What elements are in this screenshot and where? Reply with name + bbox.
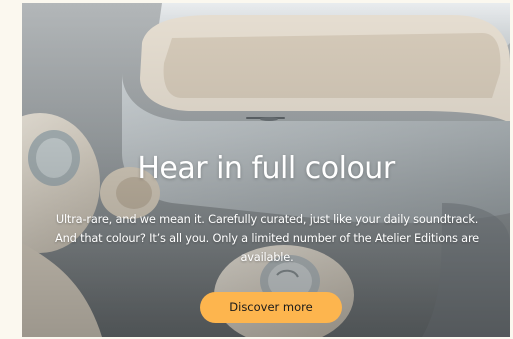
hero-description-line-1: Ultra-rare, and we mean it. Carefully cu… [55,212,479,226]
page: Hear in full colour Ultra-rare, and we m… [0,0,513,339]
hero-headline: Hear in full colour [137,151,395,186]
hero-description-line-2: And that colour? It’s all you. Only a li… [55,231,479,245]
hero-banner: Hear in full colour Ultra-rare, and we m… [22,3,510,337]
hero-description: Ultra-rare, and we mean it. Carefully cu… [32,210,502,267]
hero-description-line-3: available. [240,250,294,264]
discover-more-button[interactable]: Discover more [200,292,342,323]
